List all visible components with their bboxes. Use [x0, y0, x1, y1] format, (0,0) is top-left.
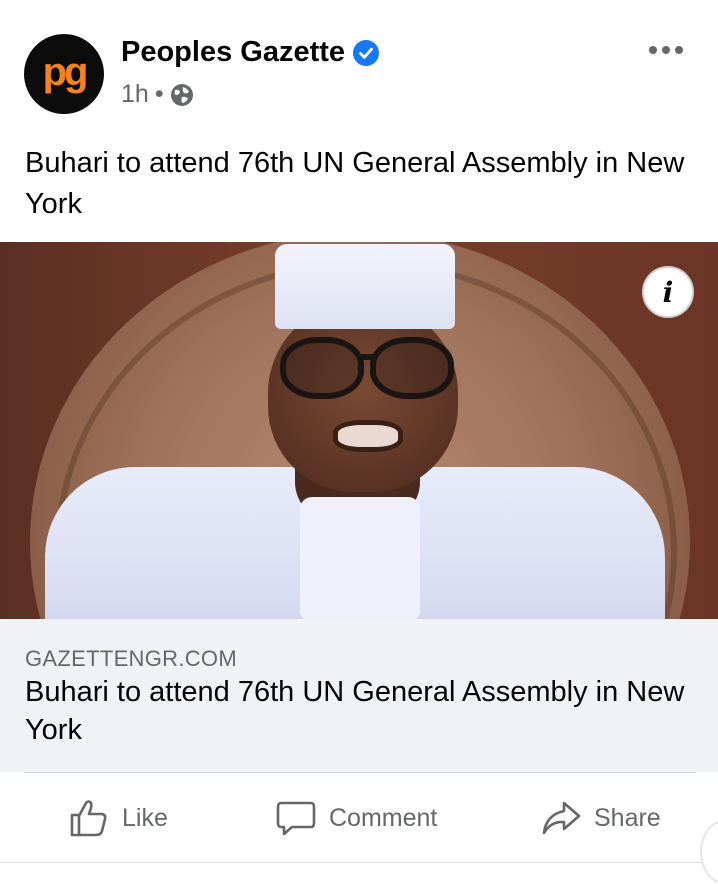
cap-shape	[275, 244, 455, 329]
share-button[interactable]: Share	[540, 797, 661, 839]
comment-label: Comment	[329, 803, 438, 832]
info-icon: i	[662, 275, 674, 309]
info-button[interactable]: i	[642, 266, 694, 318]
post-header: pg Peoples Gazette 1h •	[0, 0, 718, 130]
like-label: Like	[122, 803, 168, 832]
post-timestamp[interactable]: 1h	[121, 80, 149, 109]
comment-button[interactable]: Comment	[275, 797, 437, 839]
glasses-right-lens	[370, 337, 454, 399]
like-button[interactable]: Like	[68, 797, 168, 839]
comment-bubble-icon	[276, 801, 316, 836]
globe-icon	[170, 83, 193, 106]
page-name-row: Peoples Gazette	[121, 36, 380, 69]
collar-shape	[300, 497, 420, 619]
glasses-left-lens	[280, 337, 364, 399]
share-arrow-icon	[542, 801, 581, 835]
page-name[interactable]: Peoples Gazette	[121, 36, 345, 69]
meta-separator: •	[154, 80, 164, 108]
post-text: Buhari to attend 76th UN General Assembl…	[25, 147, 685, 220]
mouth-shape	[333, 420, 403, 452]
more-options-icon[interactable]	[648, 40, 684, 60]
link-domain: GAZETTENGR.COM	[25, 646, 237, 671]
link-preview-image[interactable]	[0, 242, 718, 619]
glasses-bridge	[357, 354, 375, 360]
link-title[interactable]: Buhari to attend 76th UN General Assembl…	[25, 673, 695, 749]
post-bottom-border	[0, 862, 718, 863]
share-label: Share	[594, 803, 661, 832]
thumbs-up-icon	[70, 800, 107, 837]
link-preview-card[interactable]: GAZETTENGR.COM Buhari to attend 76th UN …	[0, 619, 718, 772]
verified-badge-icon	[353, 39, 380, 66]
post-meta: 1h •	[121, 80, 194, 109]
page-avatar[interactable]: pg	[24, 34, 104, 114]
avatar-logo-text: pg	[42, 50, 89, 94]
post-actions-bar: Like Comment Share	[0, 773, 718, 863]
